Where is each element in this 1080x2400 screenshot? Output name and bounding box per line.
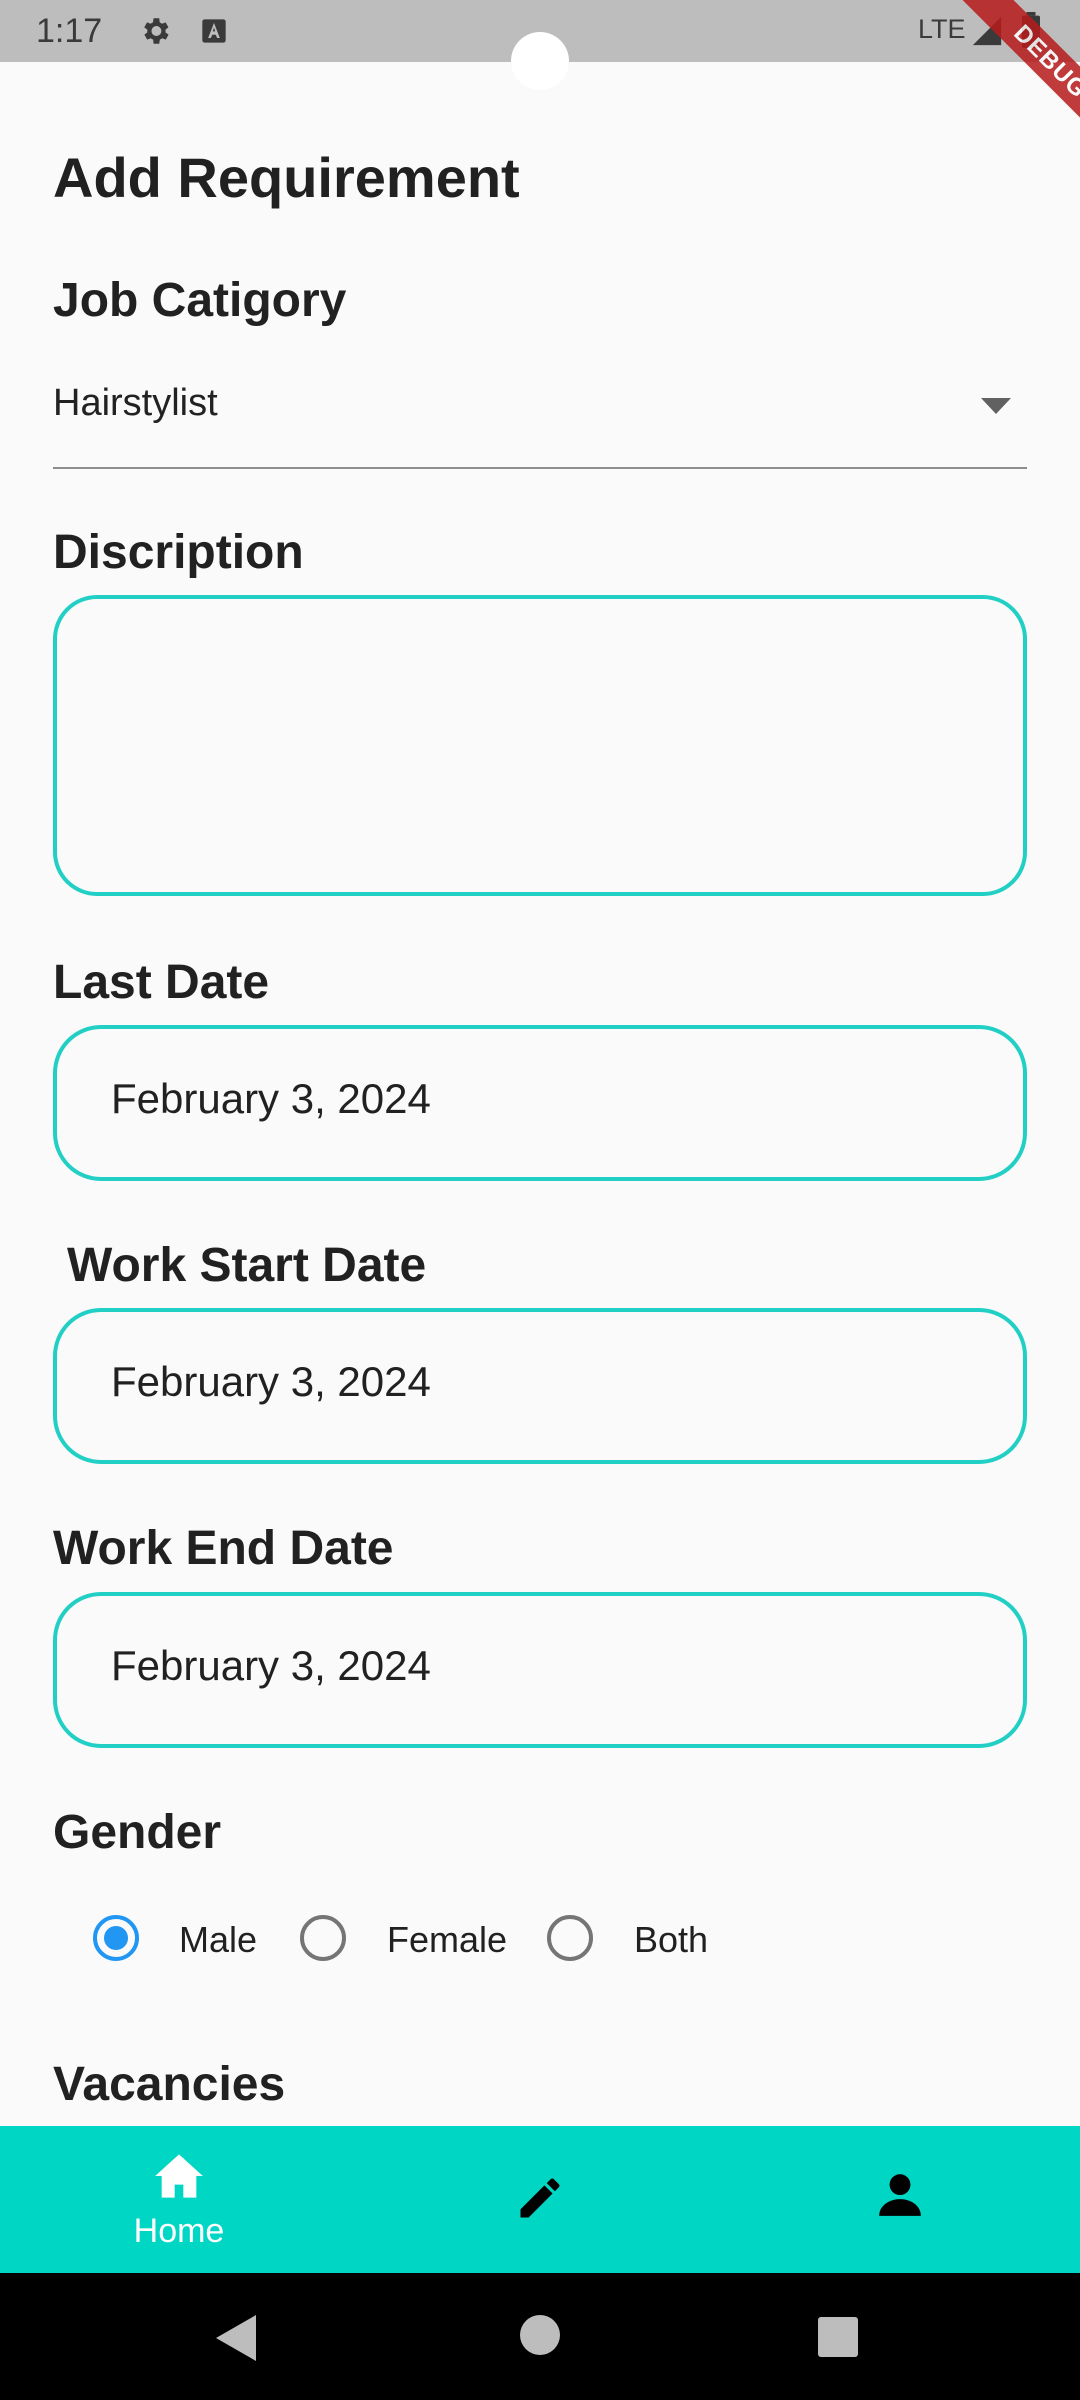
work-end-date-field[interactable]: February 3, 2024 xyxy=(53,1592,1027,1748)
work-end-date-label: Work End Date xyxy=(53,1522,394,1575)
network-type: LTE xyxy=(918,14,966,44)
status-time: 1:17 xyxy=(36,12,103,50)
signal-icon xyxy=(970,14,1004,53)
last-date-value: February 3, 2024 xyxy=(111,1075,431,1122)
person-icon xyxy=(875,2170,925,2220)
nav-item-profile[interactable] xyxy=(800,2126,1000,2273)
gender-option-label[interactable]: Both xyxy=(634,1919,708,1961)
camera-cutout xyxy=(511,32,569,90)
work-end-date-value: February 3, 2024 xyxy=(111,1642,431,1689)
gear-icon xyxy=(138,14,172,53)
job-category-selected: Hairstylist xyxy=(53,382,218,424)
gender-radio-both[interactable] xyxy=(547,1915,593,1961)
home-icon xyxy=(153,2152,205,2200)
gender-radio-group: Male Female Both xyxy=(0,1905,1080,1971)
edit-icon xyxy=(514,2172,566,2224)
gender-label: Gender xyxy=(53,1806,222,1859)
gender-option-label[interactable]: Male xyxy=(179,1919,257,1961)
gender-radio-male[interactable] xyxy=(93,1915,139,1961)
gender-radio-female[interactable] xyxy=(300,1915,346,1961)
battery-icon xyxy=(1020,12,1042,53)
last-date-label: Last Date xyxy=(53,956,270,1009)
job-category-dropdown[interactable]: Hairstylist xyxy=(53,368,1027,469)
nav-label-home: Home xyxy=(133,2212,225,2250)
vacancies-label: Vacancies xyxy=(53,2058,286,2111)
back-icon[interactable] xyxy=(216,2315,256,2366)
dropdown-arrow-icon xyxy=(981,398,1011,419)
recent-apps-icon[interactable] xyxy=(818,2317,858,2362)
nav-item-home[interactable]: Home xyxy=(79,2126,279,2273)
nav-item-edit[interactable] xyxy=(440,2126,640,2273)
work-start-date-field[interactable]: February 3, 2024 xyxy=(53,1308,1027,1464)
bottom-navigation-bar: Home xyxy=(0,2126,1080,2273)
work-start-date-label: Work Start Date xyxy=(67,1239,427,1292)
system-navigation-bar xyxy=(0,2273,1080,2400)
home-circle-icon[interactable] xyxy=(520,2315,560,2360)
a-badge-icon xyxy=(200,17,228,50)
gender-option-label[interactable]: Female xyxy=(387,1919,507,1961)
page-title: Add Requirement xyxy=(53,146,520,209)
work-start-date-value: February 3, 2024 xyxy=(111,1358,431,1405)
description-label: Discription xyxy=(53,526,304,579)
description-input[interactable] xyxy=(53,595,1027,896)
job-category-label: Job Catigory xyxy=(53,274,347,327)
last-date-field[interactable]: February 3, 2024 xyxy=(53,1025,1027,1181)
